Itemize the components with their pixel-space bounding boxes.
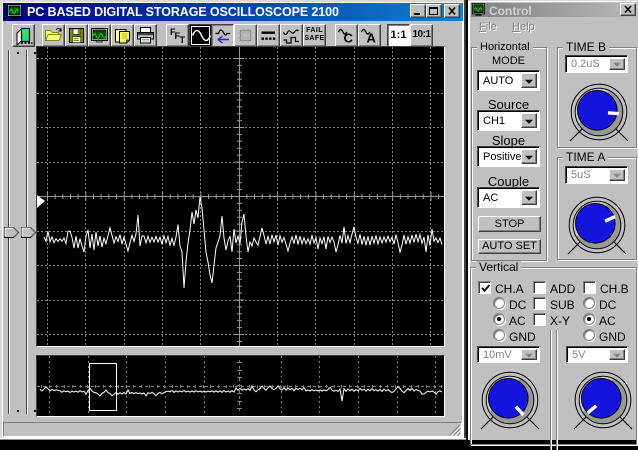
svg-text:T: T [180,35,186,45]
svg-text:A: A [367,31,377,46]
svg-text:C: C [344,31,354,46]
